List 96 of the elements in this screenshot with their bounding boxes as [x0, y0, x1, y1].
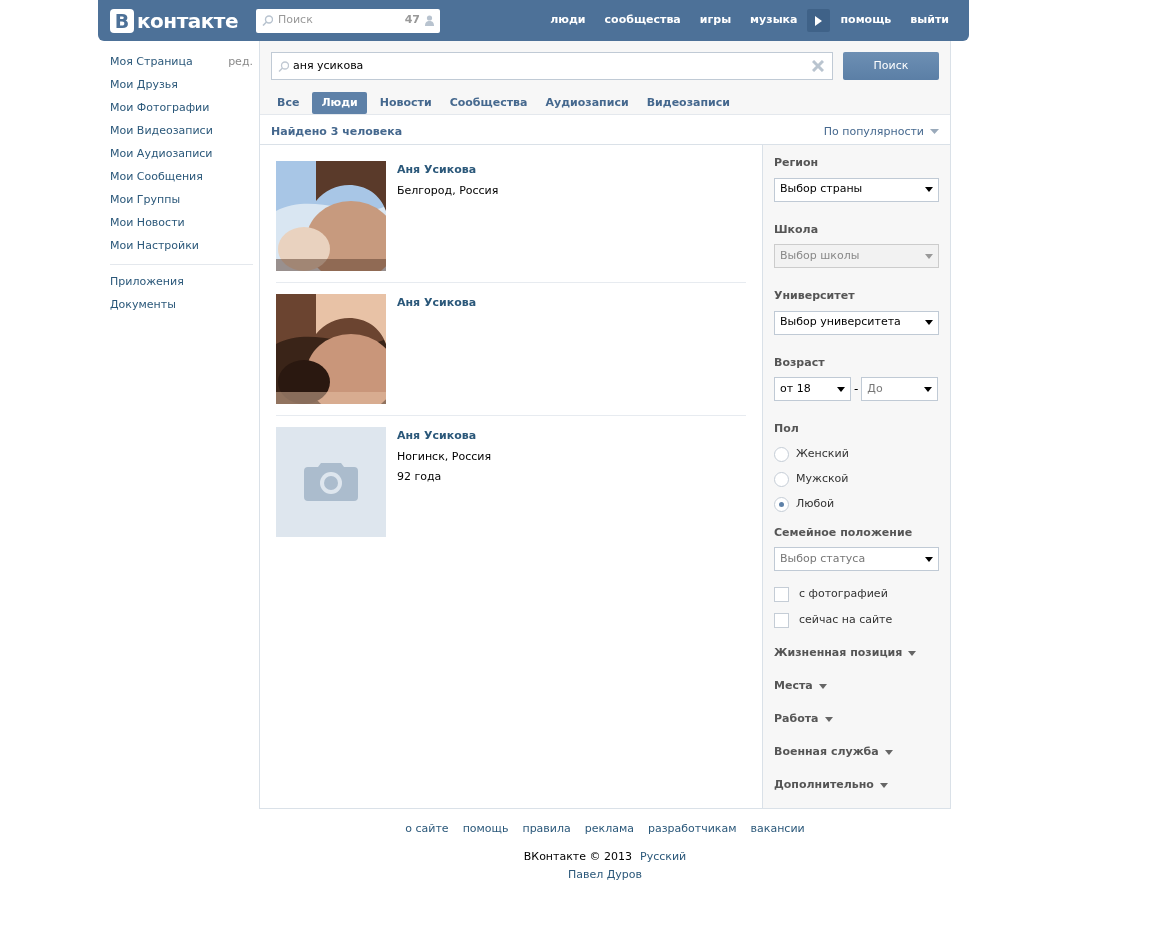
search-tab[interactable]: Новости	[374, 92, 437, 114]
search-tab[interactable]: Все	[272, 92, 305, 114]
caret-icon	[925, 320, 933, 325]
language-link[interactable]: Русский	[640, 848, 687, 865]
filter-label: Школа	[774, 221, 820, 238]
person-name[interactable]: Аня Усикова	[397, 295, 477, 312]
clear-button[interactable]	[812, 60, 824, 72]
sidebar-link[interactable]: Мои Настройки	[110, 238, 199, 255]
select-field[interactable]: До	[861, 377, 939, 401]
caret-icon	[925, 253, 933, 259]
caret-icon	[884, 749, 893, 755]
person-info: Ногинск, Россия	[397, 448, 492, 465]
caret-icon	[879, 782, 888, 788]
sidebar-link[interactable]: Мои Группы	[110, 192, 181, 209]
filter-label: Пол	[774, 421, 800, 437]
caret-icon	[837, 386, 845, 392]
checkbox-label: сейчас на сайте	[799, 611, 893, 628]
checkbox[interactable]	[774, 612, 789, 628]
caret-icon	[925, 556, 933, 562]
caret-icon	[924, 386, 933, 392]
radio-button[interactable]	[774, 471, 789, 487]
search-tab[interactable]: Видеозаписи	[641, 92, 735, 114]
radio-label: Мужской	[796, 470, 849, 487]
checkbox-label: с фотографией	[799, 585, 888, 602]
sidebar-link[interactable]: Мои Фотографии	[110, 100, 210, 117]
filter-label: Возраст	[774, 354, 826, 371]
footer-link[interactable]: правила	[522, 821, 571, 838]
person-info: Белгород, Россия	[397, 182, 499, 199]
sidebar-link[interactable]: Приложения	[110, 274, 184, 291]
footer-link[interactable]: реклама	[584, 821, 634, 838]
select-field[interactable]: Выбор статуса	[774, 547, 939, 571]
person-name[interactable]: Аня Усикова	[397, 428, 492, 445]
sidebar-link[interactable]: Мои Друзья	[110, 77, 178, 94]
sidebar-link[interactable]: Моя Страница	[110, 54, 193, 71]
author-link[interactable]: Павел Дуров	[567, 867, 643, 884]
search-icon	[278, 60, 289, 72]
footer-link[interactable]: вакансии	[750, 821, 805, 838]
person-icon	[424, 15, 434, 26]
nav-link[interactable]: выйти	[910, 12, 949, 29]
caret-icon	[930, 129, 939, 135]
camera-icon	[304, 463, 358, 501]
filter-label: Университет	[774, 288, 856, 304]
select-field[interactable]: от 18	[774, 377, 851, 401]
footer-link[interactable]: разработчикам	[648, 821, 737, 838]
search-input[interactable]: аня усикова	[293, 57, 808, 75]
search-field[interactable]: аня усикова	[271, 52, 833, 80]
range-separator: -	[854, 381, 859, 398]
copyright-text: ВКонтакте © 2013	[523, 848, 632, 865]
select-field[interactable]: Выбор университета	[774, 310, 939, 335]
logo-letter[interactable]: В	[110, 8, 134, 33]
nav-link[interactable]: люди	[550, 12, 586, 29]
radio-button[interactable]	[774, 446, 789, 462]
radio-label: Любой	[796, 495, 835, 512]
radio-button[interactable]	[774, 496, 789, 512]
search-tab[interactable]: Аудиозаписи	[540, 92, 634, 114]
caret-icon	[818, 683, 827, 689]
expander-toggle[interactable]: Работа	[774, 709, 833, 729]
search-button[interactable]: Поиск	[843, 52, 939, 80]
footer-link[interactable]: о сайте	[405, 821, 449, 838]
select-field: Выбор школы	[774, 244, 939, 268]
search-tab[interactable]: Сообщества	[444, 92, 533, 114]
online-count: 47	[404, 12, 420, 29]
footer-link[interactable]: помощь	[462, 821, 509, 838]
sidebar-link[interactable]: Мои Новости	[110, 215, 185, 232]
radio-label: Женский	[796, 445, 849, 462]
checkbox[interactable]	[774, 586, 789, 602]
expander-toggle[interactable]: Дополнительно	[774, 775, 888, 795]
person-name[interactable]: Аня Усикова	[397, 162, 499, 179]
search-tab[interactable]: Люди	[312, 92, 367, 114]
caret-icon	[824, 716, 833, 722]
expander-toggle[interactable]: Жизненная позиция	[774, 643, 917, 663]
expander-toggle[interactable]: Военная служба	[774, 742, 893, 762]
nav-link[interactable]: сообщества	[604, 12, 681, 29]
nav-link[interactable]: игры	[699, 12, 732, 29]
caret-icon	[925, 187, 933, 192]
play-button[interactable]	[807, 9, 831, 32]
sidebar-link[interactable]: Мои Сообщения	[110, 169, 203, 186]
nav-link[interactable]: помощь	[840, 12, 892, 29]
expander-toggle[interactable]: Места	[774, 676, 827, 696]
nav-link[interactable]: музыка	[750, 12, 798, 29]
sidebar-link[interactable]: Мои Видеозаписи	[110, 123, 213, 140]
sidebar-link[interactable]: Мои Аудиозаписи	[110, 146, 213, 163]
person-info: 92 года	[397, 469, 443, 485]
search-input[interactable]: Поиск	[277, 12, 400, 29]
play-icon	[815, 15, 823, 26]
filter-label: Семейное положение	[774, 524, 914, 541]
close-icon	[812, 60, 824, 72]
edit-link[interactable]: ред.	[228, 54, 253, 71]
sort-dropdown[interactable]: По популярности	[823, 123, 939, 140]
caret-icon	[908, 650, 917, 656]
filter-label: Регион	[774, 155, 820, 171]
select-field[interactable]: Выбор страны	[774, 177, 939, 202]
results-count: Найдено 3 человека	[271, 123, 403, 140]
search-icon	[261, 15, 273, 26]
logo-text[interactable]: контакте	[137, 5, 238, 36]
sidebar-link[interactable]: Документы	[110, 297, 176, 314]
